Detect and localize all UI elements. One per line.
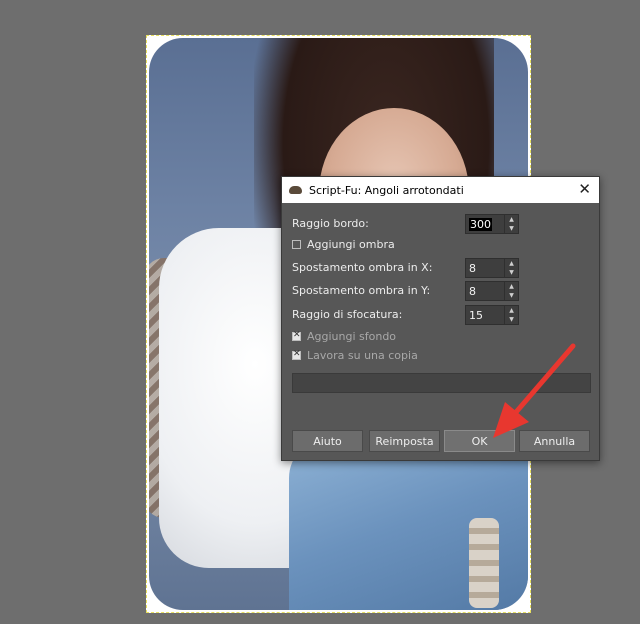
reset-button[interactable]: Reimposta — [369, 430, 440, 452]
row-lavora-copia[interactable]: Lavora su una copia — [292, 345, 418, 365]
spin-up-icon[interactable]: ▲ — [505, 215, 518, 224]
raggio-bordo-value: 300 — [469, 217, 492, 231]
row-aggiungi-ombra[interactable]: Aggiungi ombra — [292, 234, 395, 254]
spostamento-y-label: Spostamento ombra in Y: — [292, 283, 431, 297]
spin-down-icon[interactable]: ▼ — [505, 268, 518, 277]
raggio-bordo-label: Raggio bordo: — [292, 216, 369, 230]
red-arrow-annotation — [493, 343, 576, 438]
chair-leg — [469, 518, 499, 608]
spostamento-x-label: Spostamento ombra in X: — [292, 260, 433, 274]
aggiungi-sfondo-label: Aggiungi sfondo — [307, 329, 397, 343]
gimp-wilber-icon — [289, 184, 303, 196]
row-spostamento-x: Spostamento ombra in X: — [292, 257, 432, 277]
spostamento-y-spinbox[interactable]: 8 ▲ ▼ — [465, 281, 519, 301]
raggio-bordo-spinbox[interactable]: 300 ▲ ▼ — [465, 214, 519, 234]
raggio-sfocatura-spinbox[interactable]: 15 ▲ ▼ — [465, 305, 519, 325]
spin-up-icon[interactable]: ▲ — [505, 282, 518, 291]
aggiungi-ombra-checkbox[interactable] — [292, 239, 301, 249]
dialog-titlebar[interactable]: Script-Fu: Angoli arrotondati ✕ — [282, 177, 599, 203]
spin-down-icon[interactable]: ▼ — [505, 224, 518, 233]
spostamento-y-input[interactable]: 8 — [466, 285, 504, 298]
spostamento-x-spinbox[interactable]: 8 ▲ ▼ — [465, 258, 519, 278]
spin-down-icon[interactable]: ▼ — [505, 315, 518, 324]
spin-up-icon[interactable]: ▲ — [505, 306, 518, 315]
spin-down-icon[interactable]: ▼ — [505, 291, 518, 300]
spin-up-icon[interactable]: ▲ — [505, 259, 518, 268]
row-spostamento-y: Spostamento ombra in Y: — [292, 280, 430, 300]
lavora-copia-label: Lavora su una copia — [307, 348, 418, 362]
raggio-sfocatura-label: Raggio di sfocatura: — [292, 307, 403, 321]
raggio-sfocatura-input[interactable]: 15 — [466, 309, 504, 322]
row-raggio-bordo: Raggio bordo: — [292, 213, 369, 233]
dialog-title: Script-Fu: Angoli arrotondati — [309, 183, 464, 197]
raggio-bordo-input[interactable]: 300 — [466, 217, 504, 231]
aggiungi-sfondo-checkbox[interactable] — [292, 330, 301, 341]
close-icon[interactable]: ✕ — [578, 181, 591, 197]
aggiungi-ombra-label: Aggiungi ombra — [307, 237, 395, 251]
lavora-copia-checkbox[interactable] — [292, 349, 301, 360]
row-raggio-sfocatura: Raggio di sfocatura: — [292, 304, 402, 324]
row-aggiungi-sfondo[interactable]: Aggiungi sfondo — [292, 326, 396, 346]
help-button[interactable]: Aiuto — [292, 430, 363, 452]
spostamento-x-input[interactable]: 8 — [466, 262, 504, 275]
